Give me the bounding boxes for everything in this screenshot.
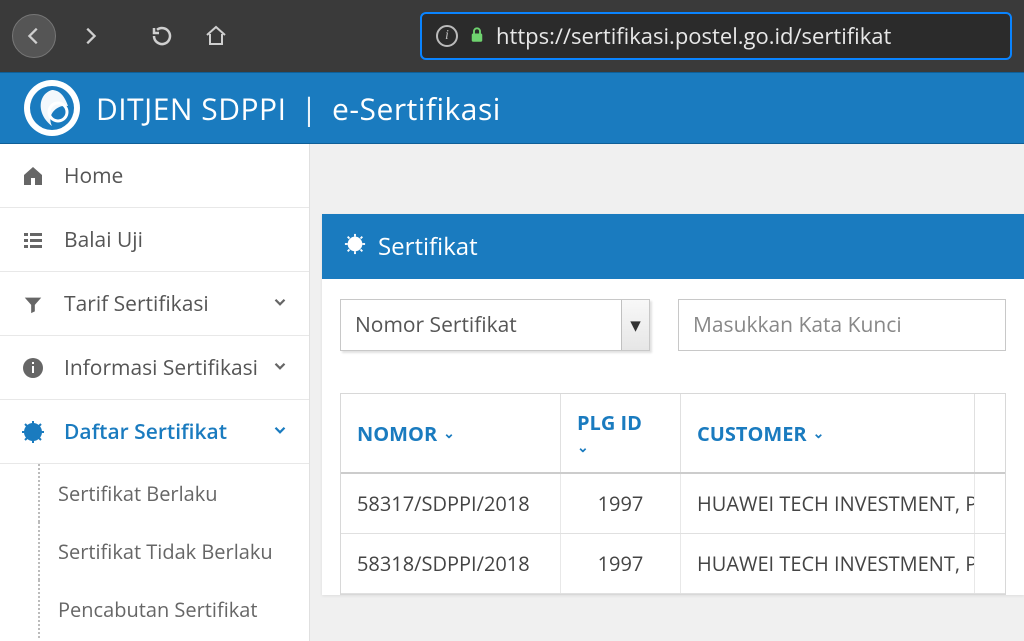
forward-button[interactable] bbox=[70, 16, 110, 56]
sidebar-sub-pencabutan[interactable]: Pencabutan Sertifikat bbox=[0, 580, 309, 638]
sidebar-item-label: Balai Uji bbox=[64, 226, 143, 254]
sidebar-item-tarif[interactable]: Tarif Sertifikasi bbox=[0, 272, 309, 336]
col-nomor[interactable]: NOMOR ⌄ bbox=[341, 394, 561, 472]
cell-extra bbox=[975, 534, 1007, 593]
browser-toolbar: i https://sertifikasi.postel.go.id/serti… bbox=[0, 0, 1024, 72]
sidebar-item-label: Tarif Sertifikasi bbox=[64, 290, 209, 318]
card-title: Sertifikat bbox=[378, 230, 478, 263]
sidebar-item-daftar-sertifikat[interactable]: Daftar Sertifikat bbox=[0, 400, 309, 464]
seal-icon bbox=[344, 230, 366, 263]
cell-plg: 1997 bbox=[561, 474, 681, 533]
sidebar-item-informasi[interactable]: Informasi Sertifikasi bbox=[0, 336, 309, 400]
col-plg-id[interactable]: PLG ID ⌄ bbox=[561, 394, 681, 472]
sort-icon: ⌄ bbox=[813, 424, 825, 443]
search-placeholder: Masukkan Kata Kunci bbox=[693, 311, 902, 339]
table-header: NOMOR ⌄ PLG ID ⌄ CUSTOMER ⌄ bbox=[341, 394, 1005, 474]
site-info-icon[interactable]: i bbox=[436, 25, 458, 47]
chevron-down-icon bbox=[271, 290, 289, 318]
cell-customer: HUAWEI TECH INVESTMENT, PT. bbox=[681, 534, 975, 593]
home-icon bbox=[20, 164, 46, 188]
sidebar-sub-tidak-berlaku[interactable]: Sertifikat Tidak Berlaku bbox=[0, 522, 309, 580]
brand-title: DITJEN SDPPI | e-Sertifikasi bbox=[96, 88, 501, 129]
filter-select-value: Nomor Sertifikat bbox=[355, 311, 517, 339]
table-row[interactable]: 58317/SDPPI/2018 1997 HUAWEI TECH INVEST… bbox=[341, 474, 1005, 534]
table-row[interactable]: 58318/SDPPI/2018 1997 HUAWEI TECH INVEST… bbox=[341, 534, 1005, 594]
sertifikat-table: NOMOR ⌄ PLG ID ⌄ CUSTOMER ⌄ 58317/SDPPI/… bbox=[340, 393, 1006, 595]
sidebar-item-home[interactable]: Home bbox=[0, 144, 309, 208]
logo-icon bbox=[24, 80, 80, 136]
chevron-down-icon bbox=[271, 418, 289, 446]
card-header: Sertifikat bbox=[322, 214, 1024, 279]
seal-icon bbox=[20, 420, 46, 444]
dropdown-arrow-icon: ▾ bbox=[621, 300, 649, 350]
reload-button[interactable] bbox=[142, 16, 182, 56]
sidebar-item-label: Home bbox=[64, 162, 123, 190]
main-content: Sertifikat Nomor Sertifikat ▾ Masukkan K… bbox=[310, 144, 1024, 641]
url-bar[interactable]: i https://sertifikasi.postel.go.id/serti… bbox=[420, 12, 1012, 60]
chevron-down-icon bbox=[271, 354, 289, 382]
sort-icon: ⌄ bbox=[443, 424, 455, 443]
search-input[interactable]: Masukkan Kata Kunci bbox=[678, 299, 1006, 351]
sertifikat-card: Sertifikat Nomor Sertifikat ▾ Masukkan K… bbox=[322, 214, 1024, 595]
cell-nomor: 58317/SDPPI/2018 bbox=[341, 474, 561, 533]
col-extra[interactable] bbox=[975, 394, 1007, 472]
sidebar-item-label: Informasi Sertifikasi bbox=[64, 354, 258, 382]
sidebar-item-label: Daftar Sertifikat bbox=[64, 418, 227, 446]
sidebar-sub-label: Pencabutan Sertifikat bbox=[58, 596, 258, 623]
url-text: https://sertifikasi.postel.go.id/sertifi… bbox=[496, 21, 891, 51]
lock-icon bbox=[468, 21, 486, 51]
filter-row: Nomor Sertifikat ▾ Masukkan Kata Kunci bbox=[322, 279, 1024, 371]
list-icon bbox=[20, 228, 46, 252]
cell-extra bbox=[975, 474, 1007, 533]
sidebar-sub-berlaku[interactable]: Sertifikat Berlaku bbox=[0, 464, 309, 522]
cell-nomor: 58318/SDPPI/2018 bbox=[341, 534, 561, 593]
brand-sub: e-Sertifikasi bbox=[332, 88, 501, 129]
filter-select[interactable]: Nomor Sertifikat ▾ bbox=[340, 299, 650, 351]
sidebar-item-balai-uji[interactable]: Balai Uji bbox=[0, 208, 309, 272]
cell-plg: 1997 bbox=[561, 534, 681, 593]
info-icon bbox=[20, 356, 46, 380]
filter-icon bbox=[20, 293, 46, 315]
brand-main: DITJEN SDPPI bbox=[96, 88, 286, 129]
col-customer[interactable]: CUSTOMER ⌄ bbox=[681, 394, 975, 472]
home-browser-button[interactable] bbox=[196, 16, 236, 56]
brand-separator: | bbox=[301, 88, 318, 129]
app-header: DITJEN SDPPI | e-Sertifikasi bbox=[0, 72, 1024, 144]
sidebar-sub-label: Sertifikat Berlaku bbox=[58, 480, 218, 507]
sidebar-sub-label: Sertifikat Tidak Berlaku bbox=[58, 538, 273, 565]
sidebar: Home Balai Uji Tarif Sertifikasi Informa… bbox=[0, 144, 310, 641]
back-button[interactable] bbox=[12, 14, 56, 58]
cell-customer: HUAWEI TECH INVESTMENT, PT. bbox=[681, 474, 975, 533]
sort-icon: ⌄ bbox=[577, 438, 589, 457]
